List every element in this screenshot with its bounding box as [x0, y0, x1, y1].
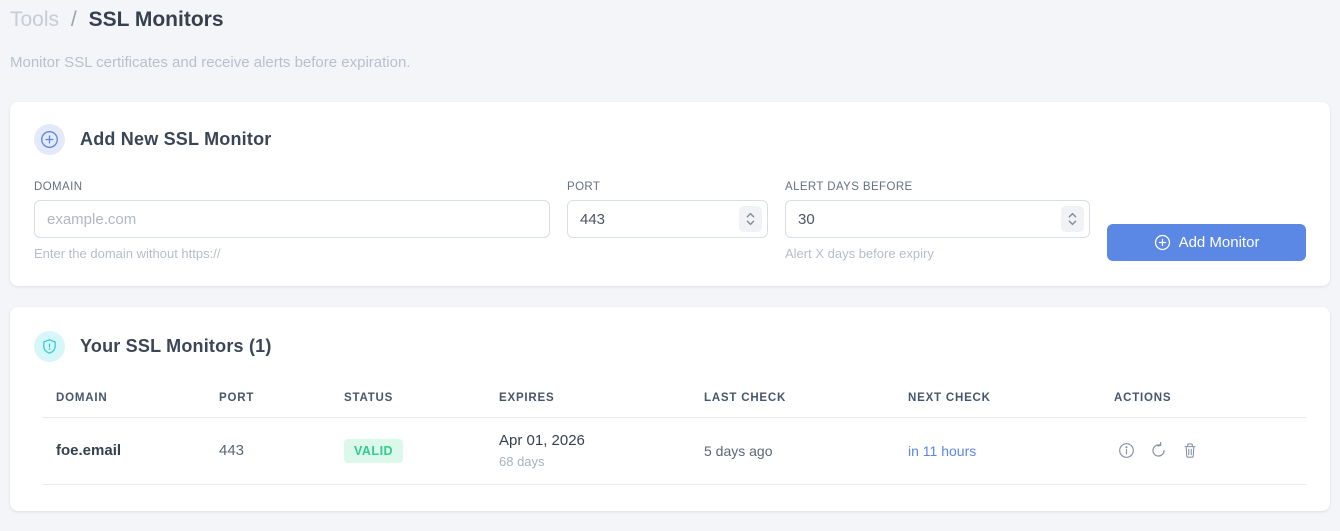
alert-days-helper-text: Alert X days before expiry: [785, 246, 934, 261]
trash-icon[interactable]: [1182, 442, 1198, 459]
breadcrumb-tools-link[interactable]: Tools: [10, 8, 59, 31]
page-subtitle: Monitor SSL certificates and receive ale…: [10, 54, 411, 71]
col-header-actions: ACTIONS: [1114, 380, 1306, 418]
col-header-last-check: LAST CHECK: [704, 380, 908, 418]
port-field-group: PORT: [567, 181, 768, 238]
table-header-row: DOMAIN PORT STATUS EXPIRES LAST CHECK NE…: [42, 380, 1306, 418]
breadcrumb-separator: /: [70, 8, 77, 31]
alert-days-input[interactable]: [785, 200, 1090, 238]
col-header-port: PORT: [219, 380, 344, 418]
domain-field-group: DOMAIN Enter the domain without https://: [34, 181, 550, 261]
monitors-card-title: Your SSL Monitors (1): [80, 336, 272, 356]
plus-circle-icon: [1154, 234, 1171, 251]
col-header-domain: DOMAIN: [42, 380, 219, 418]
expires-days-remaining: 68 days: [499, 454, 545, 469]
monitor-domain: foe.email: [42, 417, 219, 485]
next-check-time: in 11 hours: [908, 417, 1114, 485]
breadcrumb: Tools / SSL Monitors: [10, 6, 1330, 34]
last-check-time: 5 days ago: [704, 417, 908, 485]
monitors-list-card: Your SSL Monitors (1) DOMAIN PORT STATUS…: [10, 307, 1330, 511]
add-monitor-button[interactable]: Add Monitor: [1107, 224, 1306, 261]
alert-days-field-group: ALERT DAYS BEFORE Alert X days before ex…: [785, 181, 1090, 261]
refresh-icon[interactable]: [1150, 442, 1167, 459]
monitor-port: 443: [219, 417, 344, 485]
submit-button-group: Add Monitor: [1107, 224, 1306, 261]
alert-days-stepper[interactable]: [1061, 206, 1084, 232]
add-monitor-card-title: Add New SSL Monitor: [80, 129, 272, 149]
shield-icon: [34, 331, 65, 362]
domain-input[interactable]: [34, 200, 550, 238]
row-actions: [1114, 442, 1306, 459]
monitors-table: DOMAIN PORT STATUS EXPIRES LAST CHECK NE…: [42, 380, 1306, 485]
domain-label: DOMAIN: [34, 181, 83, 193]
col-header-status: STATUS: [344, 380, 499, 418]
alert-days-label: ALERT DAYS BEFORE: [785, 181, 913, 193]
port-stepper[interactable]: [739, 206, 762, 232]
domain-helper-text: Enter the domain without https://: [34, 246, 221, 261]
expires-date: Apr 01, 2026: [499, 432, 585, 449]
add-monitor-card-header: Add New SSL Monitor: [34, 124, 1306, 155]
add-monitor-card: Add New SSL Monitor DOMAIN Enter the dom…: [10, 102, 1330, 286]
add-monitor-button-label: Add Monitor: [1178, 234, 1260, 251]
port-label: PORT: [567, 181, 601, 193]
col-header-next-check: NEXT CHECK: [908, 380, 1114, 418]
info-icon[interactable]: [1118, 442, 1135, 459]
add-monitor-form: DOMAIN Enter the domain without https://…: [34, 181, 1306, 261]
port-input[interactable]: [567, 200, 768, 238]
ssl-monitors-page: Tools / SSL Monitors Monitor SSL certifi…: [0, 0, 1340, 511]
monitors-card-header: Your SSL Monitors (1): [34, 331, 1306, 362]
col-header-expires: EXPIRES: [499, 380, 704, 418]
plus-circle-icon: [34, 124, 65, 155]
page-title: SSL Monitors: [88, 8, 224, 31]
table-row: foe.email 443 VALID Apr 01, 2026 68 days…: [42, 417, 1306, 485]
status-badge: VALID: [344, 438, 404, 463]
